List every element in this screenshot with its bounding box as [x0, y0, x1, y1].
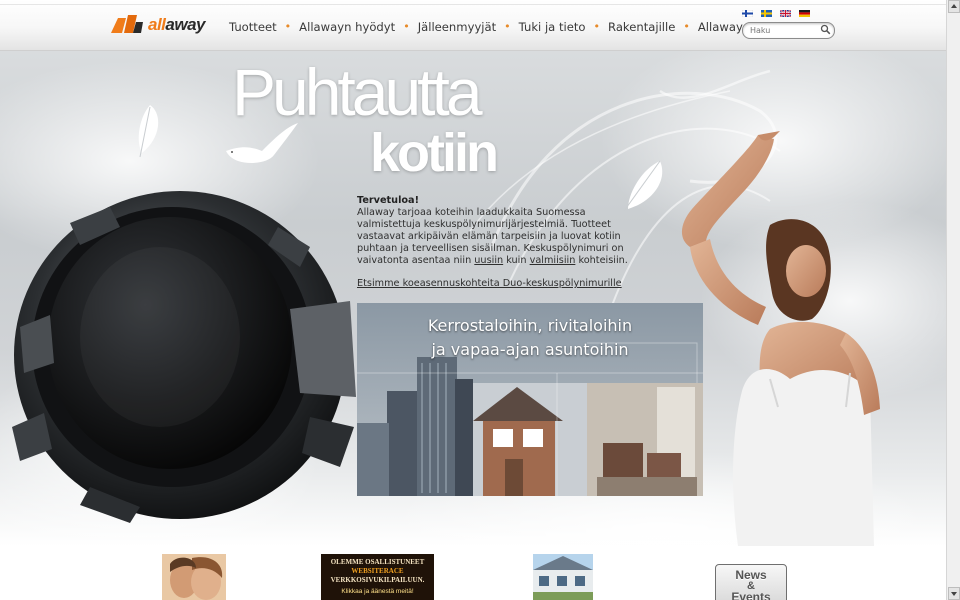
search-icon[interactable] — [820, 24, 831, 35]
scroll-up-arrow-icon[interactable] — [948, 0, 960, 13]
nav-item-jalleenmyyjat[interactable]: Jälleenmyyjät — [418, 20, 496, 34]
page: allaway Tuotteet • Allawayn hyödyt • Jäl… — [0, 0, 946, 600]
news-events-button[interactable]: News & Events — [715, 564, 787, 600]
building-types-banner[interactable]: Kerrostaloihin, rivitaloihin ja vapaa-aj… — [357, 303, 703, 496]
logo-mark-icon — [111, 15, 143, 33]
hero-section: Puhtautta kotiin Tervetuloa! Allaway tar… — [0, 51, 946, 546]
flag-sweden-icon[interactable] — [761, 10, 772, 17]
feather-illustration — [138, 105, 159, 158]
scroll-down-arrow-icon[interactable] — [948, 587, 960, 600]
hero-headline-line1: Puhtautta — [232, 55, 483, 129]
websiterace-line2: WEBSITERACE — [351, 567, 404, 575]
vertical-scrollbar[interactable] — [946, 0, 960, 600]
websiterace-badge[interactable]: OLEMME OSALLISTUNEET WEBSITERACE VERKKOS… — [321, 554, 434, 600]
nav-separator: • — [683, 20, 690, 33]
nav-item-hyodyt[interactable]: Allawayn hyödyt — [299, 20, 395, 34]
nav-separator: • — [593, 20, 601, 33]
link-new-buildings[interactable]: uusiin — [474, 255, 503, 266]
test-installation-link[interactable]: Etsimme koeasennuskohteita Duo-keskuspöl… — [357, 278, 622, 289]
house-photo — [533, 554, 593, 600]
couple-photo — [162, 554, 226, 600]
logo-wordmark: allaway — [148, 15, 205, 34]
websiterace-line4: Klikkaa ja äänestä meitä! — [341, 588, 414, 595]
search-box — [742, 22, 835, 39]
websiterace-line3: VERKKOSIVUKILPAILUUN. — [330, 576, 425, 584]
allaway-logo[interactable]: allaway — [110, 14, 212, 36]
hero-headline-line2: kotiin — [370, 123, 499, 183]
intro-body-middle: kuin — [503, 255, 530, 267]
main-nav: Tuotteet • Allawayn hyödyt • Jälleenmyyj… — [229, 18, 807, 36]
nav-item-tuki[interactable]: Tuki ja tieto — [519, 20, 586, 34]
couple-photo-thumbnail[interactable] — [162, 554, 226, 600]
events-label: Events — [731, 590, 771, 600]
search-input[interactable] — [750, 24, 816, 36]
nav-separator: • — [403, 20, 410, 33]
nav-item-rakentajille[interactable]: Rakentajille — [608, 20, 675, 34]
flag-germany-icon[interactable] — [799, 10, 810, 17]
central-vacuum-unit-illustration — [12, 191, 356, 523]
banner-caption-line2: ja vapaa-ajan asuntoihin — [431, 340, 629, 359]
house-photo-thumbnail[interactable] — [533, 554, 593, 600]
intro-title: Tervetuloa! — [357, 195, 420, 206]
link-existing-buildings[interactable]: valmiisiin — [530, 255, 576, 266]
top-rule — [0, 4, 946, 5]
banner-caption: Kerrostaloihin, rivitaloihin ja vapaa-aj… — [357, 314, 703, 362]
intro-body-end: kohteisiin. — [575, 255, 628, 267]
top-bar: allaway Tuotteet • Allawayn hyödyt • Jäl… — [0, 0, 946, 51]
nav-item-tuotteet[interactable]: Tuotteet — [229, 20, 277, 34]
flag-finland-icon[interactable] — [742, 10, 753, 17]
websiterace-line1: OLEMME OSALLISTUNEET — [330, 558, 425, 566]
nav-separator: • — [284, 20, 292, 33]
language-flags — [742, 10, 810, 17]
nav-separator: • — [504, 20, 511, 33]
flag-uk-icon[interactable] — [780, 10, 791, 17]
intro-text: Tervetuloa! Allaway tarjoaa koteihin laa… — [357, 195, 647, 268]
banner-caption-line1: Kerrostaloihin, rivitaloihin — [427, 316, 633, 335]
